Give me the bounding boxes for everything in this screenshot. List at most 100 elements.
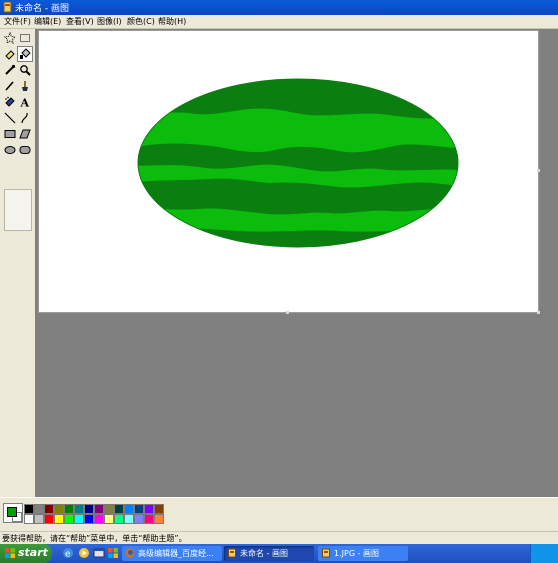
menu-view[interactable]: 查看(V)	[66, 16, 94, 27]
palette-swatch[interactable]	[104, 504, 114, 514]
palette-swatch[interactable]	[74, 514, 84, 524]
task-label: 1.JPG - 画图	[334, 549, 379, 558]
paint-icon	[322, 548, 330, 558]
palette-swatch[interactable]	[134, 514, 144, 524]
tool-line[interactable]	[3, 111, 17, 125]
menu-image[interactable]: 图像(I)	[97, 16, 122, 27]
line-icon	[4, 112, 16, 124]
tool-rectangle[interactable]	[3, 127, 17, 141]
menu-bar: 文件(F) 编辑(E) 查看(V) 图像(I) 颜色(C) 帮助(H)	[0, 15, 558, 29]
palette-swatch[interactable]	[154, 514, 164, 524]
paint-bucket-icon	[20, 48, 31, 59]
palette-swatch[interactable]	[114, 514, 124, 524]
drawing-canvas[interactable]	[38, 30, 539, 313]
tool-text[interactable]: A	[18, 95, 32, 109]
palette-swatch[interactable]	[144, 504, 154, 514]
ie-icon[interactable]: e	[62, 547, 74, 559]
task-label: 未命名 - 画图	[240, 549, 288, 558]
resize-handle-bottom[interactable]	[286, 311, 289, 314]
palette-swatch[interactable]	[44, 504, 54, 514]
palette-swatch[interactable]	[64, 514, 74, 524]
windows-flag-icon	[5, 548, 15, 558]
task-label: 高级编辑器_百度经...	[138, 549, 214, 558]
workspace	[35, 29, 558, 497]
tool-pencil[interactable]	[3, 79, 17, 93]
brush-icon	[22, 81, 28, 91]
notification-area	[530, 544, 558, 563]
tool-fill[interactable]	[17, 46, 33, 62]
menu-help[interactable]: 帮助(H)	[158, 16, 186, 27]
start-button[interactable]: start	[0, 544, 52, 563]
paint-app-icon	[3, 1, 12, 13]
tool-brush[interactable]	[18, 79, 32, 93]
title-bar[interactable]: 未命名 - 画图	[0, 0, 558, 15]
current-colors-box[interactable]	[3, 503, 23, 523]
palette-swatch[interactable]	[144, 514, 154, 524]
taskbar: start e 高级编辑器_百度经... 未命名 - 画图 1.JPG - 画图	[0, 544, 558, 563]
foreground-color-swatch[interactable]	[7, 507, 17, 517]
tool-free-form-select[interactable]	[3, 31, 17, 45]
palette-swatch[interactable]	[24, 514, 34, 524]
tool-ellipse[interactable]	[3, 143, 17, 157]
palette-swatch[interactable]	[124, 514, 134, 524]
paint-icon	[228, 548, 236, 558]
palette-swatch[interactable]	[34, 504, 44, 514]
resize-handle-right[interactable]	[537, 169, 540, 172]
palette-swatch[interactable]	[44, 514, 54, 524]
palette-swatch[interactable]	[54, 504, 64, 514]
palette-swatch[interactable]	[154, 504, 164, 514]
task-paint-jpg[interactable]: 1.JPG - 画图	[318, 546, 408, 561]
rounded-rect-icon	[19, 146, 31, 154]
menu-file[interactable]: 文件(F)	[4, 16, 31, 27]
eraser-icon	[5, 50, 15, 60]
tool-airbrush[interactable]	[3, 95, 17, 109]
star-select-icon	[4, 32, 16, 44]
curve-icon	[21, 112, 28, 124]
palette-swatch[interactable]	[54, 514, 64, 524]
tool-options-box[interactable]	[4, 189, 32, 231]
palette-swatch[interactable]	[104, 514, 114, 524]
app-grid-icon[interactable]	[107, 547, 119, 559]
polygon-icon	[19, 129, 31, 139]
tool-polygon[interactable]	[18, 127, 32, 141]
tool-rounded-rectangle[interactable]	[18, 143, 32, 157]
airbrush-icon	[5, 96, 15, 107]
palette-swatch[interactable]	[94, 514, 104, 524]
tool-magnifier[interactable]	[18, 63, 32, 77]
palette-swatch[interactable]	[134, 504, 144, 514]
tool-curve[interactable]	[18, 111, 32, 125]
status-text: 要获得帮助，请在“帮助”菜单中，单击“帮助主题”。	[2, 534, 187, 543]
palette-swatch[interactable]	[34, 514, 44, 524]
window-title: 未命名 - 画图	[15, 4, 69, 14]
watermelon-drawing	[137, 78, 459, 248]
rectangle-icon	[4, 130, 16, 138]
svg-text:A: A	[20, 97, 30, 109]
palette-swatch[interactable]	[84, 514, 94, 524]
palette-swatch[interactable]	[114, 504, 124, 514]
tool-pick-color[interactable]	[3, 63, 17, 77]
menu-colors[interactable]: 颜色(C)	[127, 16, 155, 27]
svg-text:e: e	[65, 550, 71, 560]
palette-swatch[interactable]	[24, 504, 34, 514]
tool-rect-select[interactable]	[18, 31, 32, 45]
task-paint-untitled[interactable]: 未命名 - 画图	[224, 546, 314, 561]
palette-swatch[interactable]	[124, 504, 134, 514]
rect-select-icon	[20, 34, 30, 42]
firefox-icon	[125, 548, 135, 558]
media-player-icon[interactable]	[78, 547, 90, 559]
color-palette	[0, 497, 558, 532]
ellipse-icon	[4, 146, 16, 154]
task-browser[interactable]: 高级编辑器_百度经...	[122, 546, 222, 561]
palette-swatch[interactable]	[94, 504, 104, 514]
palette-swatch[interactable]	[74, 504, 84, 514]
resize-handle-corner[interactable]	[537, 311, 540, 314]
menu-edit[interactable]: 编辑(E)	[34, 16, 61, 27]
palette-swatch[interactable]	[84, 504, 94, 514]
status-bar: 要获得帮助，请在“帮助”菜单中，单击“帮助主题”。	[0, 531, 558, 545]
text-icon: A	[20, 97, 30, 109]
palette-swatch[interactable]	[64, 504, 74, 514]
tool-eraser[interactable]	[3, 47, 17, 61]
toolbox: A	[0, 29, 35, 497]
show-desktop-icon[interactable]	[93, 547, 105, 559]
start-label: start	[18, 546, 48, 559]
